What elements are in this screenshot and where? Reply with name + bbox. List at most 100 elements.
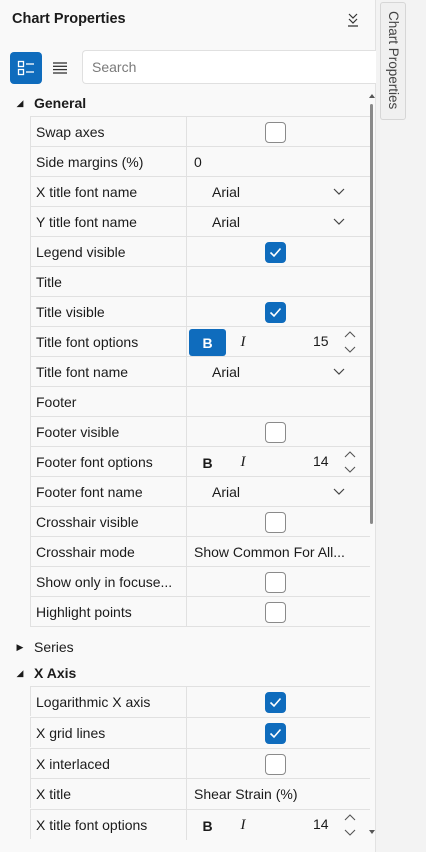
category-label: Series: [34, 639, 74, 655]
property-name: Crosshair mode: [31, 537, 187, 567]
property-name: Title: [31, 267, 187, 297]
title-font-options: B I 15: [187, 327, 370, 357]
property-row-swap-axes: Swap axes: [30, 116, 370, 147]
legend-visible-checkbox[interactable]: [265, 242, 286, 263]
property-name: Show only in focuse...: [31, 567, 187, 597]
bold-toggle-button[interactable]: B: [189, 812, 226, 839]
font-size-input[interactable]: 15: [313, 333, 329, 349]
dropdown-value: Arial: [212, 484, 241, 500]
checkmark-icon: [269, 728, 282, 739]
property-name: Legend visible: [31, 237, 187, 267]
property-name: X title font options: [31, 810, 187, 840]
spinner-arrows-icon[interactable]: [343, 329, 357, 356]
property-name: Title font options: [31, 327, 187, 357]
x-title-font-name-dropdown[interactable]: Arial: [187, 177, 359, 207]
crosshair-mode-value[interactable]: Show Common For All...: [187, 544, 345, 560]
property-row-side-margins: Side margins (%) 0: [30, 146, 370, 177]
property-row-footer-font-name: Footer font name Arial: [30, 476, 370, 507]
title-font-name-dropdown[interactable]: Arial: [187, 357, 359, 387]
property-name: Footer: [31, 387, 187, 417]
pin-icon[interactable]: [343, 10, 363, 30]
property-name: X interlaced: [31, 749, 187, 779]
category-general[interactable]: ◢ General: [6, 90, 370, 116]
search-input[interactable]: [92, 51, 362, 83]
property-row-title-visible: Title visible: [30, 296, 370, 327]
collapse-triangle-icon[interactable]: ◢: [6, 668, 34, 679]
footer-visible-checkbox[interactable]: [265, 422, 286, 443]
property-row-y-title-font-name: Y title font name Arial: [30, 206, 370, 237]
property-name: X title font name: [31, 177, 187, 207]
expand-triangle-icon[interactable]: ▶: [6, 642, 34, 653]
property-name: X title: [31, 779, 187, 809]
highlight-points-checkbox[interactable]: [265, 602, 286, 623]
property-name: Y title font name: [31, 207, 187, 237]
property-name: Footer font options: [31, 447, 187, 477]
collapse-triangle-icon[interactable]: ◢: [6, 98, 34, 109]
vertical-scrollbar[interactable]: [368, 92, 376, 842]
x-title-font-options: B I 14: [187, 810, 370, 840]
side-tab-label: Chart Properties: [386, 11, 401, 110]
x-interlaced-checkbox[interactable]: [265, 754, 286, 775]
scroll-down-arrow-icon[interactable]: [368, 828, 376, 836]
crosshair-visible-checkbox[interactable]: [265, 512, 286, 533]
category-x-axis[interactable]: ◢ X Axis: [6, 660, 370, 686]
property-name: Highlight points: [31, 597, 187, 627]
category-series[interactable]: ▶ Series: [6, 634, 370, 660]
property-row-footer-font-options: Footer font options B I 14: [30, 446, 370, 477]
category-label: X Axis: [34, 665, 77, 681]
scrollbar-thumb[interactable]: [370, 104, 373, 524]
property-name: Side margins (%): [31, 147, 187, 177]
logarithmic-x-axis-checkbox[interactable]: [265, 692, 286, 713]
spinner-arrows-icon[interactable]: [343, 812, 357, 839]
property-row-footer-visible: Footer visible: [30, 416, 370, 447]
property-name: Crosshair visible: [31, 507, 187, 537]
chevron-down-icon: [333, 218, 345, 225]
italic-toggle-button[interactable]: I: [228, 449, 258, 476]
property-row-x-grid-lines: X grid lines: [30, 717, 370, 748]
spinner-arrows-icon[interactable]: [343, 449, 357, 476]
title-visible-checkbox[interactable]: [265, 302, 286, 323]
x-title-input[interactable]: Shear Strain (%): [187, 786, 297, 802]
scroll-up-arrow-icon[interactable]: [368, 92, 376, 100]
bold-toggle-button[interactable]: B: [189, 449, 226, 476]
chevron-down-icon: [333, 368, 345, 375]
property-row-x-title: X title Shear Strain (%): [30, 778, 370, 809]
footer-font-name-dropdown[interactable]: Arial: [187, 477, 359, 507]
property-name: X grid lines: [31, 718, 187, 748]
property-row-logarithmic-x-axis: Logarithmic X axis: [30, 686, 370, 717]
property-row-crosshair-mode: Crosshair mode Show Common For All...: [30, 536, 370, 567]
property-grid: ◢ General Swap axes Side margins (%) 0 X…: [6, 90, 370, 844]
property-name: Footer visible: [31, 417, 187, 447]
font-size-input[interactable]: 14: [313, 453, 329, 469]
property-name: Title font name: [31, 357, 187, 387]
italic-toggle-button[interactable]: I: [228, 812, 258, 839]
panel-header: Chart Properties: [0, 0, 376, 44]
property-row-title-font-name: Title font name Arial: [30, 356, 370, 387]
font-size-input[interactable]: 14: [313, 816, 329, 832]
x-grid-lines-checkbox[interactable]: [265, 723, 286, 744]
side-tab-chart-properties[interactable]: Chart Properties: [380, 2, 406, 120]
property-row-footer: Footer: [30, 386, 370, 417]
categorized-view-button[interactable]: [10, 52, 42, 84]
y-title-font-name-dropdown[interactable]: Arial: [187, 207, 359, 237]
property-row-highlight-points: Highlight points: [30, 596, 370, 627]
dropdown-value: Arial: [212, 364, 241, 380]
toolbar: [0, 48, 376, 88]
footer-font-options: B I 14: [187, 447, 370, 477]
panel-title: Chart Properties: [12, 11, 126, 27]
italic-toggle-button[interactable]: I: [228, 329, 258, 356]
alphabetical-view-button[interactable]: [44, 52, 76, 84]
property-name: Logarithmic X axis: [31, 687, 187, 717]
checkmark-icon: [269, 247, 282, 258]
property-row-title-font-options: Title font options B I 15: [30, 326, 370, 357]
dropdown-value: Arial: [212, 184, 241, 200]
show-only-in-focused-checkbox[interactable]: [265, 572, 286, 593]
bold-toggle-button[interactable]: B: [189, 329, 226, 356]
side-margins-input[interactable]: 0: [187, 154, 202, 170]
property-row-show-only-in-focused: Show only in focuse...: [30, 566, 370, 597]
checkmark-icon: [269, 697, 282, 708]
property-row-crosshair-visible: Crosshair visible: [30, 506, 370, 537]
checkmark-icon: [269, 307, 282, 318]
chevron-down-icon: [333, 188, 345, 195]
swap-axes-checkbox[interactable]: [265, 122, 286, 143]
